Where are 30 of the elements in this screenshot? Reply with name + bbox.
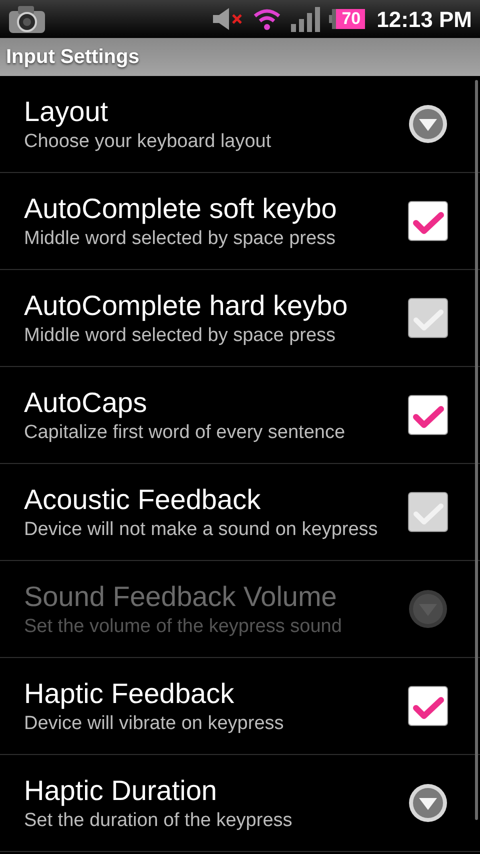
setting-summary: Set the volume of the keypress sound — [24, 615, 343, 639]
setting-summary: Device will vibrate on keypress — [24, 712, 285, 736]
setting-title: Haptic Duration — [24, 774, 218, 808]
wifi-icon — [252, 7, 281, 31]
dropdown-icon[interactable] — [408, 104, 448, 144]
setting-title: Sound Feedback Volume — [24, 580, 338, 614]
clock: 12:13 PM — [376, 6, 472, 34]
checkbox[interactable] — [408, 492, 448, 532]
checkbox[interactable] — [408, 686, 448, 726]
setting-title: AutoComplete hard keybo — [24, 289, 349, 323]
window-title: Input Settings — [6, 45, 140, 70]
setting-summary: Choose your keyboard layout — [24, 130, 272, 154]
checkbox[interactable] — [408, 201, 448, 241]
setting-title: Layout — [24, 95, 110, 129]
battery-level: 70 — [332, 9, 365, 29]
setting-summary: Middle word selected by space press — [24, 324, 337, 348]
checkbox[interactable] — [408, 395, 448, 435]
camera-icon — [8, 4, 46, 34]
setting-title: Haptic Feedback — [24, 677, 236, 711]
muted-speaker-icon — [210, 6, 245, 32]
setting-title: AutoCaps — [24, 386, 148, 420]
setting-summary: Middle word selected by space press — [24, 227, 337, 251]
setting-title: Acoustic Feedback — [24, 483, 262, 517]
checkbox[interactable] — [408, 298, 448, 338]
setting-summary: Set the duration of the keypress — [24, 809, 294, 833]
setting-title: AutoComplete soft keybo — [24, 192, 338, 226]
setting-summary: Capitalize first word of every sentence — [24, 421, 346, 445]
dropdown-icon[interactable] — [408, 783, 448, 823]
signal-icon — [288, 4, 321, 34]
setting-summary: Device will not make a sound on keypress — [24, 518, 379, 542]
